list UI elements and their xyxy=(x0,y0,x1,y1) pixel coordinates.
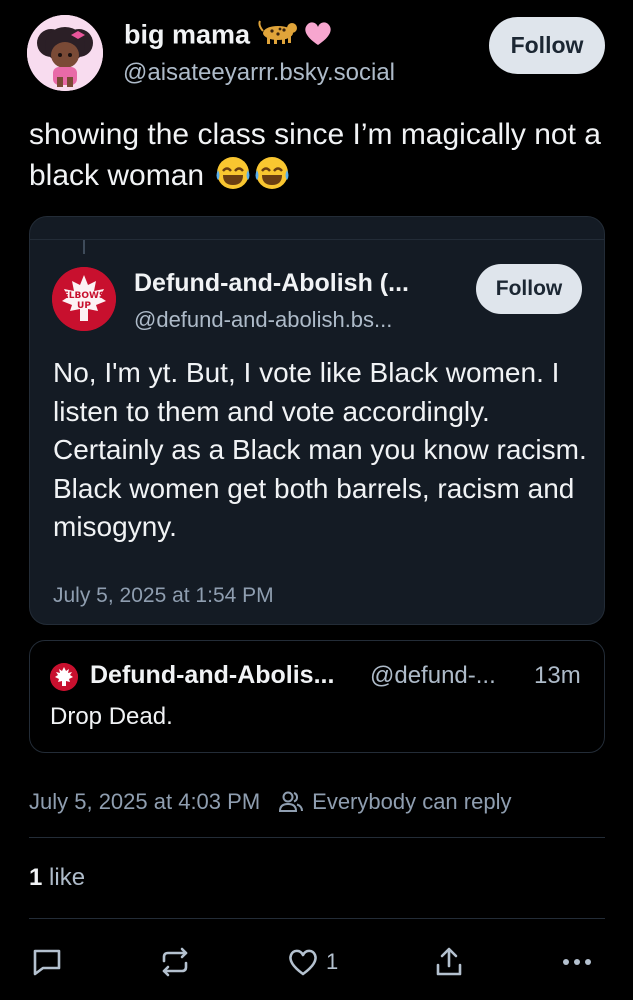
thread-line xyxy=(83,240,85,254)
laugh-emoji-icon xyxy=(254,155,290,191)
like-count-summary[interactable]: 1 like xyxy=(29,864,85,892)
share-button[interactable] xyxy=(432,944,466,980)
author-avatar[interactable] xyxy=(27,15,103,91)
quote-body-text: No, I'm yt. But, I vote like Black women… xyxy=(53,357,587,542)
reply-age: 13m xyxy=(534,662,581,689)
likes-label: like xyxy=(49,864,86,891)
author-handle[interactable]: @aisateeyarrr.bsky.social xyxy=(123,59,395,87)
reply-author-avatar[interactable] xyxy=(50,663,78,691)
post-text: showing the class since I’m magically no… xyxy=(29,115,619,196)
share-icon xyxy=(432,945,466,979)
reply-policy[interactable]: Everybody can reply xyxy=(312,789,511,815)
embedded-reply-card[interactable]: Defund-and-Abolis... @defund-... 13m Dro… xyxy=(29,640,605,753)
reply-button[interactable] xyxy=(30,944,64,980)
quote-author-name[interactable]: Defund-and-Abolish (... xyxy=(134,269,454,298)
quote-divider xyxy=(30,239,604,240)
like-button[interactable]: 1 xyxy=(286,944,338,980)
follow-button[interactable]: Follow xyxy=(489,17,605,74)
reply-author-handle[interactable]: @defund-... xyxy=(370,662,496,690)
repost-icon xyxy=(158,945,192,979)
author-name[interactable]: big mama xyxy=(124,18,336,55)
svg-text:ELBOWS: ELBOWS xyxy=(63,291,106,301)
likes-number: 1 xyxy=(29,864,43,891)
svg-text:UP: UP xyxy=(77,301,91,311)
post-body-text: showing the class since I’m magically no… xyxy=(29,118,601,192)
laugh-emoji-icon xyxy=(215,155,251,191)
quote-author-handle[interactable]: @defund-and-abolish.bs... xyxy=(134,307,454,333)
repost-button[interactable] xyxy=(158,944,192,980)
post-meta: July 5, 2025 at 4:03 PM Everybody can re… xyxy=(29,786,511,818)
quote-timestamp: July 5, 2025 at 1:54 PM xyxy=(53,584,274,607)
post-timestamp: July 5, 2025 at 4:03 PM xyxy=(29,789,261,814)
comment-icon xyxy=(30,945,64,979)
more-icon xyxy=(560,945,594,979)
divider xyxy=(29,918,605,919)
people-icon xyxy=(278,790,304,814)
reply-author-name[interactable]: Defund-and-Abolis... xyxy=(90,661,334,690)
post-header: big mama @aisateeyarrr.bsky.social Follo… xyxy=(0,0,633,100)
quoted-post-card[interactable]: ELBOWS UP Defund-and-Abolish (... @defun… xyxy=(29,216,605,625)
author-name-emoji xyxy=(258,18,336,55)
heart-icon xyxy=(286,945,320,979)
quote-follow-button[interactable]: Follow xyxy=(476,264,582,314)
more-options-button[interactable] xyxy=(560,944,594,980)
reply-body-text: Drop Dead. xyxy=(50,703,173,730)
like-count: 1 xyxy=(326,949,339,974)
quote-author-avatar[interactable]: ELBOWS UP xyxy=(52,267,116,331)
divider xyxy=(29,837,605,838)
